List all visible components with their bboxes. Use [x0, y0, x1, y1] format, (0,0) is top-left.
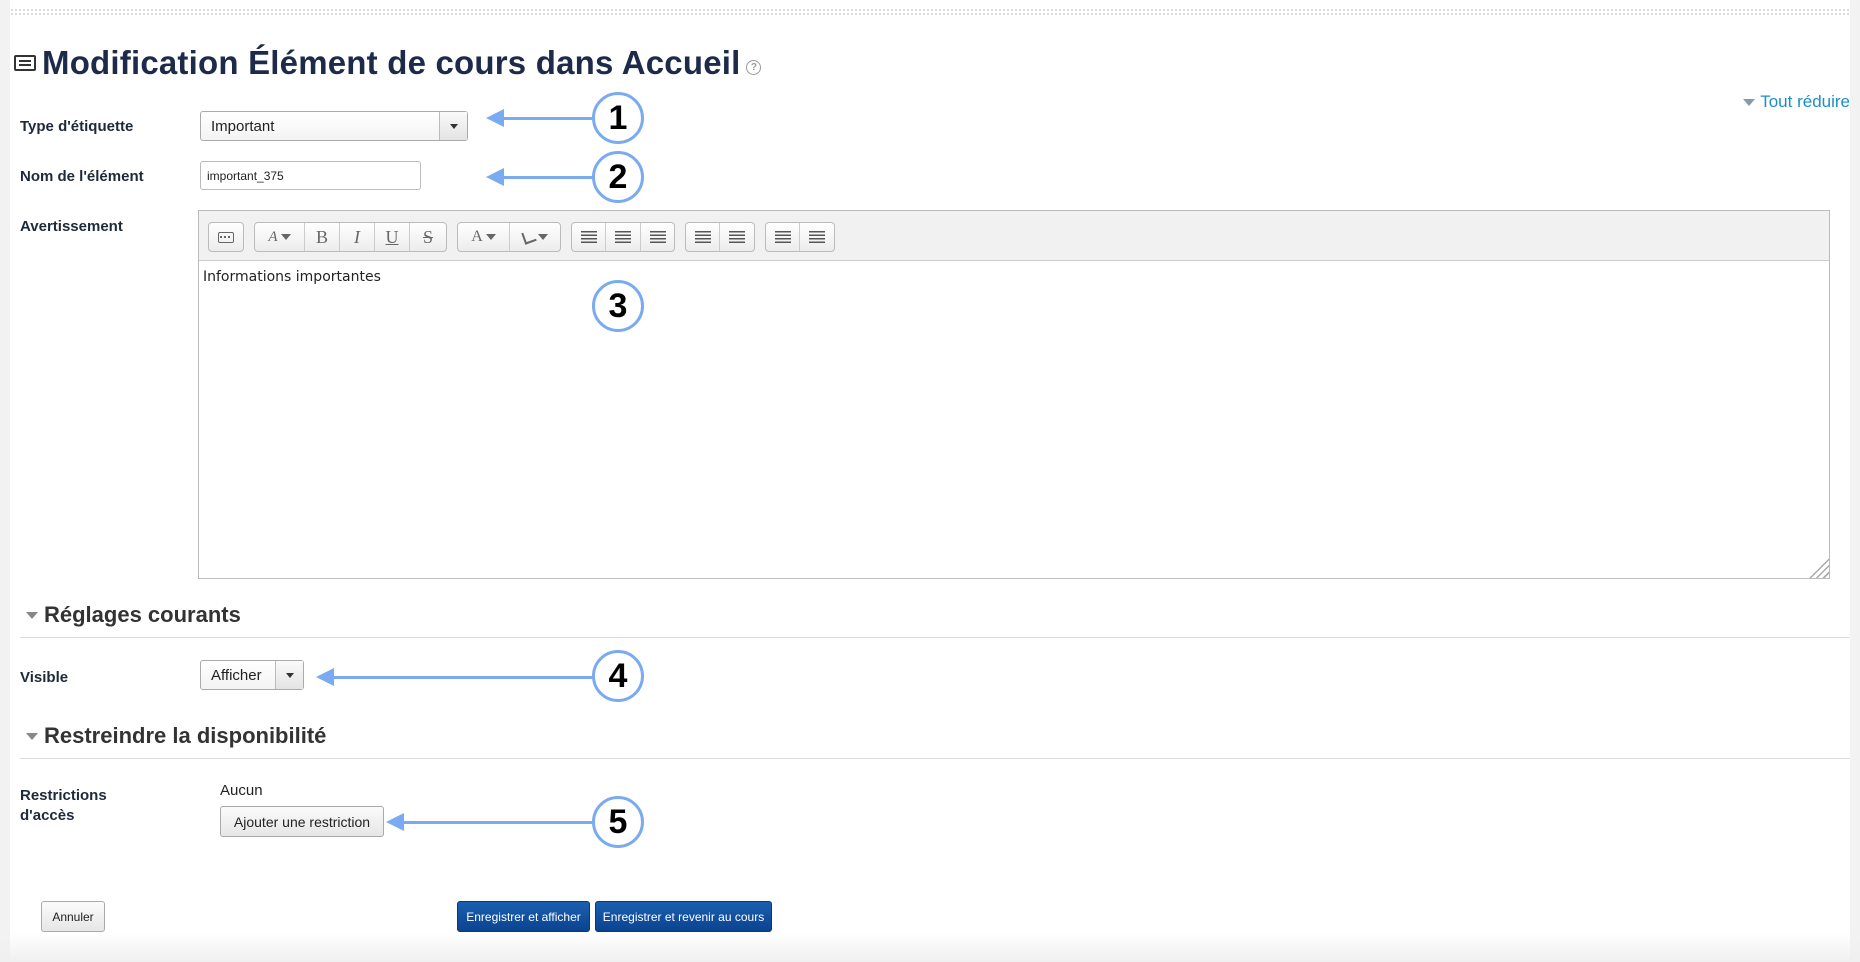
type-select-value: Important — [211, 117, 275, 135]
collapse-all-link[interactable]: Tout réduire — [1743, 92, 1850, 112]
triangle-down-icon — [26, 732, 38, 740]
bullet-list-icon — [694, 231, 711, 243]
italic-button[interactable]: I — [340, 223, 375, 251]
strikethrough-icon: S — [422, 226, 433, 247]
restriction-none-text: Aucun — [220, 782, 263, 799]
annotation-badge-5: 5 — [592, 796, 644, 848]
add-restriction-button[interactable]: Ajouter une restriction — [220, 806, 384, 837]
annotation-arrow-1 — [486, 109, 594, 127]
arrow-head-icon — [316, 668, 334, 686]
toolbar-group-toggle — [208, 222, 244, 252]
label-module-icon — [14, 55, 36, 71]
align-left-icon — [580, 231, 597, 243]
numbered-list-button[interactable] — [720, 223, 754, 251]
underline-button[interactable]: U — [375, 223, 410, 251]
rich-text-editor: A B I U S A Informations importantes — [198, 210, 1830, 579]
chevron-down-icon — [439, 112, 467, 140]
arrow-head-icon — [486, 109, 504, 127]
annotation-badge-3: 3 — [592, 280, 644, 332]
background-color-button[interactable] — [510, 223, 560, 251]
toolbar-group-align — [571, 222, 675, 252]
arrow-line — [504, 116, 594, 120]
indent-button[interactable] — [766, 223, 800, 251]
editor-toolbar: A B I U S A — [199, 211, 1829, 261]
section-common-title: Réglages courants — [44, 602, 241, 627]
top-divider — [10, 8, 1850, 16]
toolbar-group-lists — [685, 222, 755, 252]
triangle-down-icon — [26, 611, 38, 619]
access-label-line2: d'accès — [20, 807, 75, 824]
help-icon[interactable]: ? — [746, 59, 762, 75]
collapse-all-text: Tout réduire — [1760, 92, 1850, 111]
outdent-button[interactable] — [800, 223, 834, 251]
brush-icon — [520, 229, 537, 245]
annotation-badge-1: 1 — [592, 92, 644, 144]
numbered-list-icon — [729, 231, 745, 243]
dropdown-icon — [537, 234, 548, 240]
toolbar-toggle-button[interactable] — [209, 223, 243, 251]
type-select[interactable]: Important — [200, 111, 468, 141]
access-label-line1: Restrictions — [20, 787, 107, 804]
arrow-line — [404, 820, 594, 824]
font-color-icon: A — [471, 228, 483, 245]
name-label: Nom de l'élément — [20, 168, 144, 185]
font-size-button[interactable]: A — [255, 223, 305, 251]
cancel-button[interactable]: Annuler — [41, 901, 105, 932]
type-label: Type d'étiquette — [20, 118, 134, 135]
save-and-display-button[interactable]: Enregistrer et afficher — [457, 901, 590, 932]
toolbar-group-indent — [765, 222, 835, 252]
align-left-button[interactable] — [572, 223, 606, 251]
indent-icon — [774, 231, 791, 243]
bold-button[interactable]: B — [305, 223, 340, 251]
section-restrict-access[interactable]: Restreindre la disponibilité — [26, 723, 326, 749]
keyboard-icon — [218, 231, 234, 243]
section-common-settings[interactable]: Réglages courants — [26, 602, 241, 628]
annotation-arrow-5 — [386, 813, 594, 831]
arrow-head-icon — [486, 168, 504, 186]
toolbar-group-text: A B I U S — [254, 222, 447, 252]
section-divider — [20, 637, 1850, 638]
dropdown-icon — [280, 234, 291, 240]
arrow-line — [334, 675, 594, 679]
visible-select-value: Afficher — [211, 666, 262, 684]
bullet-list-button[interactable] — [686, 223, 720, 251]
dropdown-icon — [485, 234, 496, 240]
outdent-icon — [809, 231, 825, 243]
page-title-text: Modification Élément de cours dans Accue… — [42, 44, 741, 81]
annotation-badge-4: 4 — [592, 650, 644, 702]
align-right-button[interactable] — [641, 223, 674, 251]
warning-label: Avertissement — [20, 218, 123, 235]
arrow-head-icon — [386, 813, 404, 831]
arrow-line — [504, 175, 594, 179]
strikethrough-button[interactable]: S — [410, 223, 446, 251]
triangle-down-icon — [1743, 98, 1756, 106]
bold-icon: B — [315, 226, 328, 247]
annotation-arrow-2 — [486, 168, 594, 186]
resize-handle-icon[interactable] — [1807, 556, 1829, 578]
visible-select[interactable]: Afficher — [200, 660, 304, 690]
annotation-arrow-4 — [316, 668, 594, 686]
access-restrictions-label: Restrictions d'accès — [20, 786, 107, 826]
align-center-button[interactable] — [606, 223, 641, 251]
chevron-down-icon — [275, 661, 303, 689]
underline-icon: U — [385, 226, 399, 247]
bottom-fade — [0, 932, 1860, 962]
editor-content-area[interactable]: Informations importantes — [199, 261, 1829, 293]
align-center-icon — [615, 231, 631, 243]
visible-label: Visible — [20, 669, 69, 686]
section-divider — [20, 758, 1850, 759]
page-title: Modification Élément de cours dans Accue… — [14, 44, 762, 82]
align-right-icon — [649, 231, 666, 243]
save-and-return-button[interactable]: Enregistrer et revenir au cours — [595, 901, 772, 932]
annotation-badge-2: 2 — [592, 151, 644, 203]
name-input[interactable] — [200, 161, 421, 190]
section-restrict-title: Restreindre la disponibilité — [44, 723, 327, 748]
font-size-icon: A — [268, 228, 278, 245]
font-color-button[interactable]: A — [458, 223, 510, 251]
toolbar-group-color: A — [457, 222, 561, 252]
italic-icon: I — [354, 226, 360, 247]
